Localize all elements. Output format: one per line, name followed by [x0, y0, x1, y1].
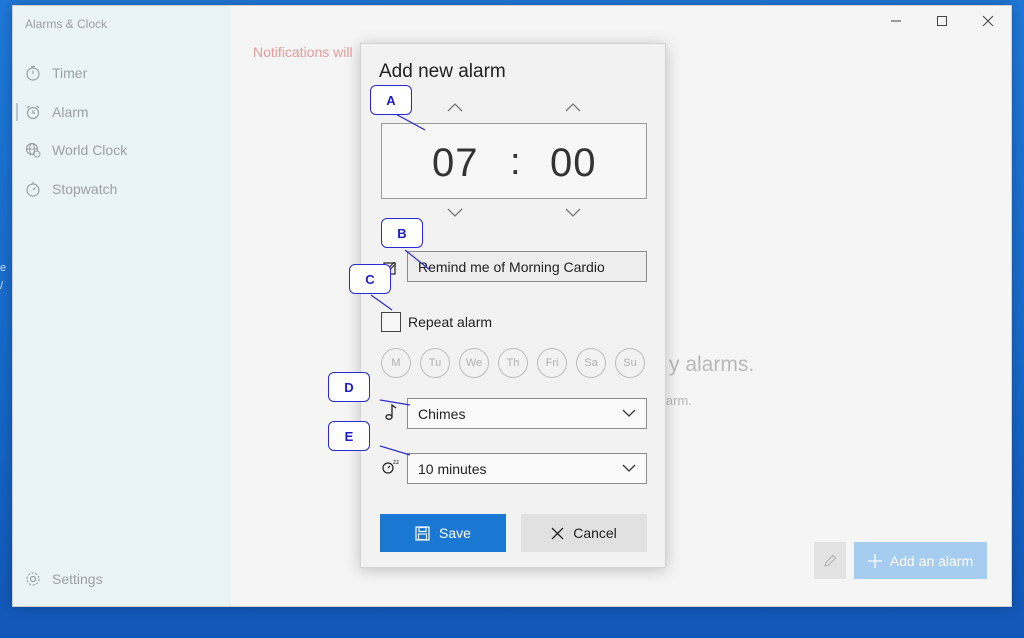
hour-down-button[interactable]: [445, 207, 465, 219]
save-button[interactable]: Save: [380, 514, 506, 552]
hour-up-button[interactable]: [445, 101, 465, 113]
pencil-icon: [824, 554, 837, 567]
chevron-up-icon: [565, 103, 581, 112]
close-button[interactable]: [965, 6, 1011, 36]
time-separator: :: [510, 141, 521, 183]
sidebar-item-alarm[interactable]: Alarm: [13, 93, 231, 132]
cancel-label: Cancel: [573, 525, 617, 541]
day-toggle-saturday[interactable]: Sa: [576, 348, 606, 378]
globe-clock-icon: [25, 142, 41, 158]
window-controls: [873, 6, 1011, 36]
callout-d: D: [328, 372, 370, 402]
sidebar-item-world-clock[interactable]: World Clock: [13, 131, 231, 170]
maximize-icon: [937, 16, 947, 26]
callout-a: A: [370, 85, 412, 115]
repeat-alarm-label: Repeat alarm: [408, 314, 493, 330]
svg-text:zz: zz: [393, 460, 399, 466]
minimize-button[interactable]: [873, 6, 919, 36]
chevron-up-icon: [447, 103, 463, 112]
timer-icon: [25, 65, 41, 81]
empty-state-subtitle: larm.: [663, 393, 692, 408]
dialog-title: Add new alarm: [379, 61, 506, 82]
notification-warning: Notifications will: [253, 44, 353, 60]
alarm-sound-value: Chimes: [418, 405, 466, 422]
save-icon: [415, 525, 430, 541]
minute-up-button[interactable]: [563, 101, 583, 113]
maximize-button[interactable]: [919, 6, 965, 36]
chevron-down-icon: [447, 208, 463, 217]
repeat-alarm-checkbox[interactable]: [381, 312, 401, 332]
sidebar-item-label: Settings: [52, 570, 103, 587]
cancel-button[interactable]: Cancel: [521, 514, 647, 552]
snooze-time-value: 10 minutes: [418, 460, 487, 477]
plus-icon: [867, 553, 882, 568]
callout-b: B: [381, 218, 423, 248]
gear-icon: [25, 571, 41, 587]
day-toggle-thursday[interactable]: Th: [498, 348, 528, 378]
empty-state-title: y alarms.: [669, 353, 755, 376]
close-icon: [551, 527, 564, 539]
add-alarm-label: Add an alarm: [889, 552, 974, 569]
sidebar-item-timer[interactable]: Timer: [13, 54, 231, 93]
minute-down-button[interactable]: [563, 207, 583, 219]
day-toggle-wednesday[interactable]: We: [459, 348, 489, 378]
sidebar-item-label: Timer: [52, 65, 88, 82]
sidebar-item-label: Stopwatch: [52, 180, 118, 197]
alarm-sound-dropdown[interactable]: Chimes: [407, 398, 647, 429]
close-icon: [982, 15, 994, 27]
desktop-icon-fragment: e: [0, 262, 7, 274]
music-note-icon: [384, 403, 398, 421]
snooze-icon: zz: [382, 458, 400, 474]
sidebar: Alarms & Clock Timer Alarm World Clock S…: [13, 6, 231, 606]
add-alarm-button[interactable]: Add an alarm: [854, 542, 987, 579]
add-alarm-dialog: Add new alarm 07 : 00 Repeat alarm M Tu …: [360, 43, 666, 568]
app-title: Alarms & Clock: [25, 17, 108, 31]
snooze-time-dropdown[interactable]: 10 minutes: [407, 453, 647, 484]
minute-value[interactable]: 00: [550, 141, 597, 186]
day-toggle-tuesday[interactable]: Tu: [420, 348, 450, 378]
sidebar-item-settings[interactable]: Settings: [13, 560, 231, 599]
save-label: Save: [439, 525, 471, 541]
sidebar-item-stopwatch[interactable]: Stopwatch: [13, 170, 231, 209]
sidebar-item-label: World Clock: [52, 142, 128, 159]
hour-value[interactable]: 07: [432, 141, 479, 186]
time-picker[interactable]: 07 : 00: [381, 123, 647, 199]
day-toggle-sunday[interactable]: Su: [615, 348, 645, 378]
alarm-name-input[interactable]: [407, 251, 647, 282]
repeat-days: M Tu We Th Fri Sa Su: [381, 348, 645, 378]
callout-e: E: [328, 421, 370, 451]
day-toggle-friday[interactable]: Fri: [537, 348, 567, 378]
sidebar-nav: Timer Alarm World Clock Stopwatch: [13, 54, 231, 208]
edit-alarms-button[interactable]: [814, 542, 846, 579]
chevron-down-icon: [622, 464, 636, 473]
sidebar-item-label: Alarm: [52, 103, 89, 120]
desktop-icon-fragment: /: [0, 280, 4, 292]
day-toggle-monday[interactable]: M: [381, 348, 411, 378]
minimize-icon: [891, 20, 901, 22]
callout-c: C: [349, 264, 391, 294]
alarm-clock-icon: [25, 104, 41, 120]
chevron-down-icon: [622, 409, 636, 418]
stopwatch-icon: [25, 181, 41, 197]
chevron-down-icon: [565, 208, 581, 217]
